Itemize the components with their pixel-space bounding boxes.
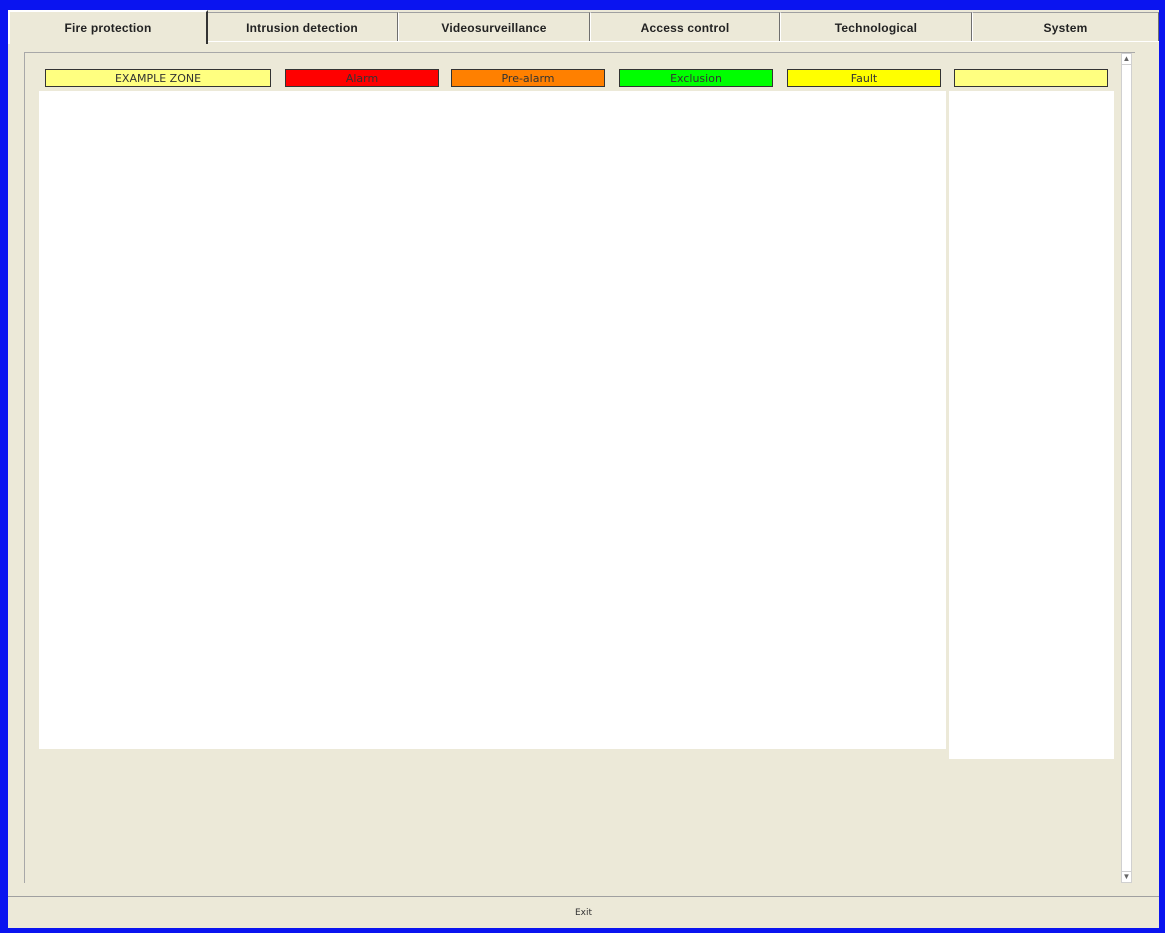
legend-blank: [954, 69, 1108, 87]
scroll-down-arrow-icon[interactable]: ▼: [1122, 871, 1131, 882]
legend-example-zone[interactable]: EXAMPLE ZONE: [45, 69, 271, 87]
legend-fault: Fault: [787, 69, 941, 87]
legend-alarm: Alarm: [285, 69, 439, 87]
tab-videosurveillance[interactable]: Videosurveillance: [398, 12, 590, 42]
tab-technological[interactable]: Technological: [780, 12, 972, 42]
tab-bar: Fire protection Intrusion detection Vide…: [8, 10, 1159, 44]
window-client-area: Fire protection Intrusion detection Vide…: [8, 10, 1159, 928]
legend-exclusion: Exclusion: [619, 69, 773, 87]
scroll-up-arrow-icon[interactable]: ▲: [1122, 54, 1131, 65]
legend-prealarm: Pre-alarm: [451, 69, 605, 87]
tab-fire-protection[interactable]: Fire protection: [8, 10, 208, 44]
vertical-scrollbar[interactable]: ▲ ▼: [1121, 53, 1132, 883]
fire-protection-panel: EXAMPLE ZONE Alarm Pre-alarm Exclusion F…: [24, 52, 1135, 883]
tab-system[interactable]: System: [972, 12, 1159, 42]
app-window: Fire protection Intrusion detection Vide…: [0, 0, 1165, 933]
event-list-area[interactable]: [949, 91, 1114, 759]
tab-access-control[interactable]: Access control: [590, 12, 780, 42]
tab-intrusion-detection[interactable]: Intrusion detection: [206, 12, 398, 42]
zone-map-area[interactable]: [39, 91, 946, 749]
exit-label: Exit: [574, 907, 593, 918]
exit-button[interactable]: Exit: [8, 896, 1159, 928]
